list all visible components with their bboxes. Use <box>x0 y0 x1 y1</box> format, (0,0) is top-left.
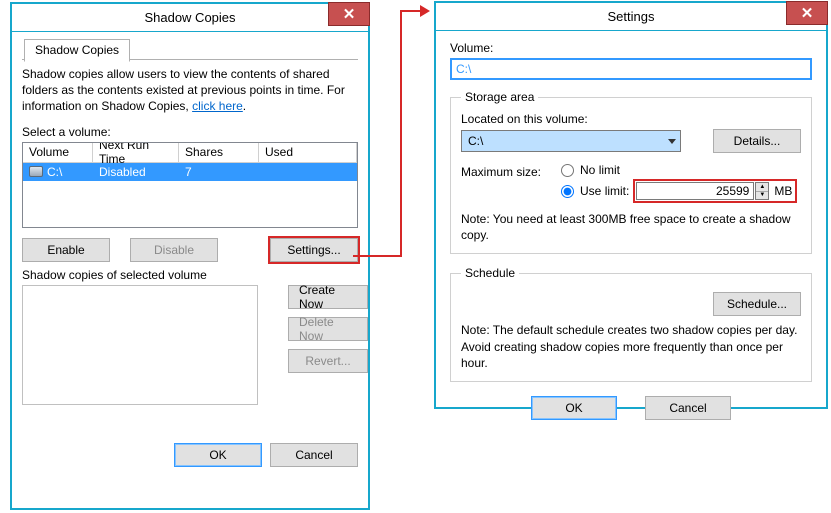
located-label: Located on this volume: <box>461 112 801 126</box>
volume-table: Volume Next Run Time Shares Used C:\ Dis… <box>22 142 358 228</box>
settings-window: Settings ✕ Volume: C:\ Storage area Loca… <box>434 1 828 409</box>
titlebar: Settings ✕ <box>436 3 826 31</box>
schedule-button[interactable]: Schedule... <box>713 292 801 316</box>
close-button[interactable]: ✕ <box>328 2 370 26</box>
enable-button[interactable]: Enable <box>22 238 110 262</box>
click-here-link[interactable]: click here <box>192 99 243 113</box>
tab-shadow-copies[interactable]: Shadow Copies <box>24 39 130 62</box>
delete-now-button: Delete Now <box>288 317 368 341</box>
limit-value-input[interactable] <box>636 182 754 200</box>
located-volume-combo[interactable]: C:\ <box>461 130 681 152</box>
storage-area-legend: Storage area <box>461 90 538 104</box>
schedule-note: Note: The default schedule creates two s… <box>461 322 801 371</box>
close-icon: ✕ <box>343 5 356 23</box>
copies-area: Create Now Delete Now Revert... <box>22 285 358 413</box>
limit-unit: MB <box>774 184 792 198</box>
copies-label: Shadow copies of selected volume <box>22 268 358 282</box>
use-limit-spinner: ▲ ▼ MB <box>635 181 795 201</box>
column-header-next-run[interactable]: Next Run Time <box>93 143 179 163</box>
disable-button: Disable <box>130 238 218 262</box>
copies-side-buttons: Create Now Delete Now Revert... <box>288 285 368 373</box>
create-now-button[interactable]: Create Now <box>288 285 368 309</box>
column-header-shares[interactable]: Shares <box>179 143 259 163</box>
window-title: Settings <box>436 9 826 24</box>
volume-label: Volume: <box>450 41 812 55</box>
spinner-down[interactable]: ▼ <box>756 192 768 200</box>
volume-field[interactable]: C:\ <box>450 58 812 80</box>
settings-button[interactable]: Settings... <box>270 238 358 262</box>
cancel-button[interactable]: Cancel <box>645 396 731 420</box>
ok-button[interactable]: OK <box>531 396 617 420</box>
close-icon: ✕ <box>801 4 814 22</box>
window-title: Shadow Copies <box>12 10 368 25</box>
intro-text: Shadow copies allow users to view the co… <box>22 66 358 115</box>
details-button[interactable]: Details... <box>713 129 801 153</box>
schedule-group: Schedule Schedule... Note: The default s… <box>450 266 812 382</box>
shadow-copies-window: Shadow Copies ✕ Shadow Copies Shadow cop… <box>10 2 370 510</box>
column-header-volume[interactable]: Volume <box>23 143 93 163</box>
spinner-buttons: ▲ ▼ <box>755 182 769 200</box>
close-button[interactable]: ✕ <box>786 1 828 25</box>
tab-strip: Shadow Copies <box>22 38 358 60</box>
drive-icon <box>29 166 43 177</box>
annotation-arrow <box>353 255 402 257</box>
storage-area-group: Storage area Located on this volume: C:\… <box>450 90 812 254</box>
annotation-arrow-head <box>420 5 430 17</box>
revert-button: Revert... <box>288 349 368 373</box>
maximum-size-label: Maximum size: <box>461 163 541 179</box>
cancel-button[interactable]: Cancel <box>270 443 358 467</box>
annotation-arrow <box>400 10 420 12</box>
select-volume-label: Select a volume: <box>22 125 358 139</box>
no-limit-radio[interactable]: No limit <box>561 163 795 177</box>
dialog-button-row: OK Cancel <box>22 443 358 467</box>
schedule-legend: Schedule <box>461 266 519 280</box>
copies-listbox[interactable] <box>22 285 258 405</box>
chevron-down-icon <box>668 139 676 144</box>
spinner-up[interactable]: ▲ <box>756 183 768 192</box>
table-header: Volume Next Run Time Shares Used <box>23 143 357 163</box>
use-limit-radio[interactable]: Use limit: <box>561 184 629 198</box>
dialog-button-row: OK Cancel <box>450 396 812 420</box>
storage-note: Note: You need at least 300MB free space… <box>461 211 801 243</box>
table-row[interactable]: C:\ Disabled 7 <box>23 163 357 181</box>
titlebar: Shadow Copies ✕ <box>12 4 368 32</box>
volume-button-row: Enable Disable Settings... <box>22 238 358 262</box>
column-header-used[interactable]: Used <box>259 143 357 163</box>
annotation-arrow <box>400 10 402 257</box>
ok-button[interactable]: OK <box>174 443 262 467</box>
